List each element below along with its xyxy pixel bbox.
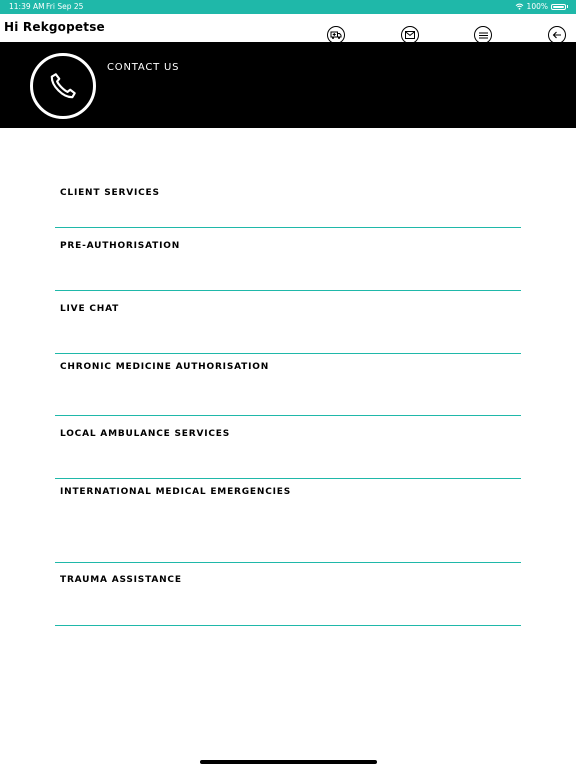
wifi-icon [515, 3, 523, 10]
list-item-pre-authorisation[interactable]: PRE-AUTHORISATION [55, 228, 521, 291]
contact-banner: CONTACT US [0, 42, 576, 128]
banner-title: CONTACT US [107, 62, 180, 73]
list-item-label: CHRONIC MEDICINE AUTHORISATION [60, 362, 270, 372]
status-time: 11:39 AM [9, 2, 45, 11]
list-item-chronic-medicine-authorisation[interactable]: CHRONIC MEDICINE AUTHORISATION [55, 354, 521, 416]
list-item-client-services[interactable]: CLIENT SERVICES [55, 179, 521, 228]
phone-icon [30, 53, 96, 119]
list-item-label: INTERNATIONAL MEDICAL EMERGENCIES [60, 487, 291, 497]
list-item-label: PRE-AUTHORISATION [60, 241, 181, 251]
home-indicator[interactable] [200, 760, 377, 764]
list-item-live-chat[interactable]: LIVE CHAT [55, 291, 521, 354]
list-item-trauma-assistance[interactable]: TRAUMA ASSISTANCE [55, 563, 521, 626]
battery-tip [567, 5, 568, 8]
list-item-label: TRAUMA ASSISTANCE [60, 575, 182, 585]
greeting: Hi Rekgopetse [4, 20, 105, 34]
battery-icon [551, 3, 566, 10]
list-item-label: CLIENT SERVICES [60, 188, 160, 198]
list-item-label: LIVE CHAT [60, 304, 120, 314]
battery-percent: 100% [526, 2, 548, 11]
list-item-international-medical-emergencies[interactable]: INTERNATIONAL MEDICAL EMERGENCIES [55, 479, 521, 563]
list-item-label: LOCAL AMBULANCE SERVICES [60, 429, 231, 439]
status-right: 100% [515, 2, 568, 11]
status-date: Fri Sep 25 [46, 2, 84, 11]
status-bar: 11:39 AM Fri Sep 25 100% [0, 0, 576, 14]
list-item-local-ambulance-services[interactable]: LOCAL AMBULANCE SERVICES [55, 416, 521, 479]
